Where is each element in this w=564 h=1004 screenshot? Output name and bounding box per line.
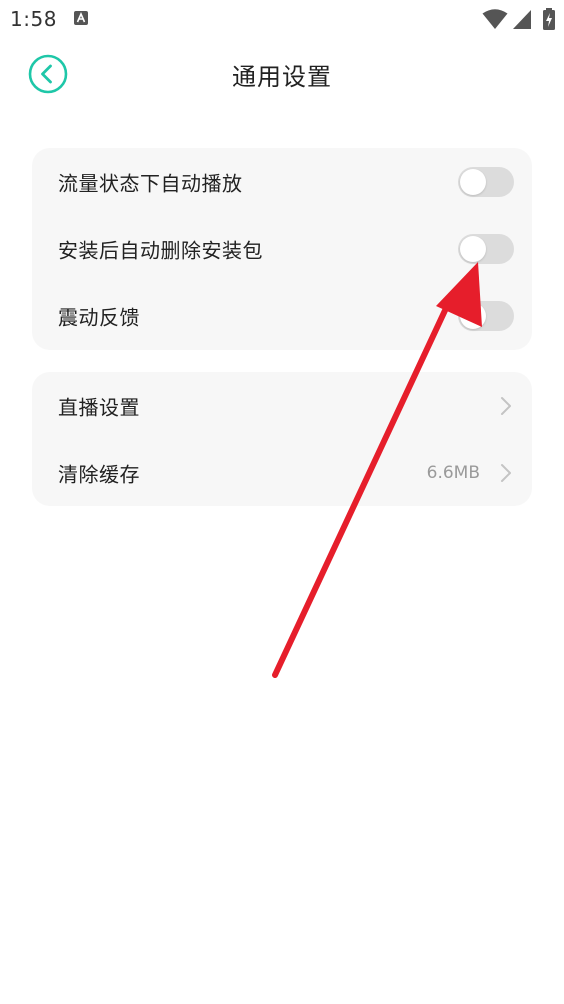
setting-row-live-settings[interactable]: 直播设置 [32,372,532,439]
setting-row-clear-cache[interactable]: 清除缓存 6.6MB [32,439,532,506]
setting-row-autoplay-cellular: 流量状态下自动播放 [32,148,532,215]
setting-label: 安装后自动删除安装包 [58,238,263,262]
settings-card-general: 流量状态下自动播放 安装后自动删除安装包 震动反馈 [32,148,532,350]
status-bar: 1:58 [0,0,564,38]
cache-size-value: 6.6MB [426,462,480,483]
setting-label: 清除缓存 [58,462,140,486]
battery-charging-icon [543,8,555,30]
setting-row-delete-package: 安装后自动删除安装包 [32,215,532,282]
wifi-icon [482,9,508,29]
header: 通用设置 [0,38,564,110]
toggle-knob [460,235,486,262]
setting-label: 震动反馈 [58,305,140,329]
toggle-knob [460,302,486,329]
delete-package-toggle[interactable] [458,233,514,264]
status-time: 1:58 [10,7,57,31]
settings-card-other: 直播设置 清除缓存 6.6MB [32,372,532,506]
chevron-right-icon [501,463,511,482]
vibration-toggle[interactable] [458,300,514,331]
setting-label: 流量状态下自动播放 [58,171,243,195]
setting-row-vibration: 震动反馈 [32,282,532,349]
page-title: 通用设置 [232,63,332,91]
autoplay-cellular-toggle[interactable] [458,166,514,197]
notification-app-icon [74,11,88,25]
cell-signal-icon [513,10,531,29]
toggle-knob [460,168,486,195]
setting-label: 直播设置 [58,395,140,419]
chevron-right-icon [501,396,511,415]
